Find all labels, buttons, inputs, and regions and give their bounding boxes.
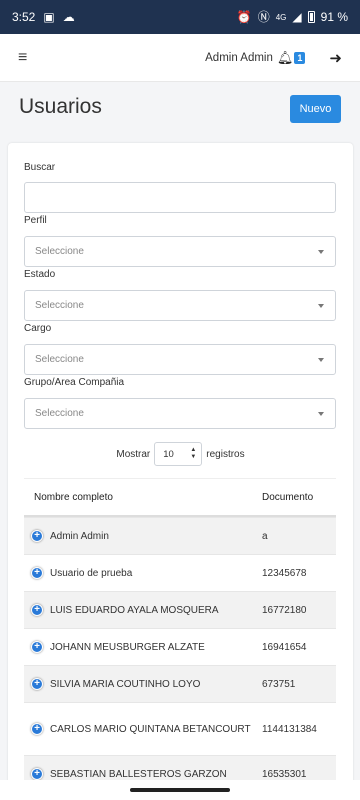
table-body: + Admin Admin a + Usuario de prueba 12345678 +… bbox=[24, 517, 336, 792]
records-label: registros bbox=[206, 448, 245, 460]
header-name[interactable]: Nombre completo bbox=[24, 492, 252, 503]
status-bar: 3:52 ▣ ☁ ⏰ Ⓝ 4G ◢ 91 % bbox=[0, 0, 360, 34]
user-document: 673751 bbox=[262, 678, 296, 690]
position-select-value: Seleccione bbox=[35, 354, 84, 365]
user-full-name: SILVIA MARIA COUTINHO LOYO bbox=[50, 678, 201, 690]
cell-name: + LUIS EDUARDO AYALA MOSQUERA bbox=[24, 602, 252, 619]
notification-badge: 1 bbox=[294, 51, 306, 64]
battery-icon bbox=[307, 11, 315, 23]
logout-icon[interactable]: ➜ bbox=[329, 49, 342, 67]
table-row[interactable]: + SILVIA MARIA COUTINHO LOYO 673751 bbox=[24, 665, 336, 702]
chevron-down-icon bbox=[318, 304, 324, 308]
page-title: Usuarios bbox=[19, 95, 102, 118]
expand-icon[interactable]: + bbox=[31, 678, 43, 690]
expand-icon[interactable]: + bbox=[31, 723, 43, 735]
user-area: Admin Admin 🔔︎ 1 bbox=[205, 50, 306, 66]
state-select[interactable]: Seleccione bbox=[24, 290, 336, 321]
user-document: 16941654 bbox=[262, 641, 307, 653]
chevron-down-icon bbox=[318, 412, 324, 416]
user-full-name: CARLOS MARIO QUINTANA BETANCOURT bbox=[50, 723, 251, 735]
cloud-icon: ☁ bbox=[62, 10, 75, 24]
expand-icon[interactable]: + bbox=[31, 567, 43, 579]
group-select[interactable]: Seleccione bbox=[24, 398, 336, 429]
user-document: 16535301 bbox=[262, 768, 307, 780]
page-size-input[interactable]: 10 ▲ ▼ bbox=[154, 442, 203, 466]
cell-name: + JOHANN MEUSBURGER ALZATE bbox=[24, 639, 252, 656]
new-user-button[interactable]: Nuevo bbox=[290, 95, 341, 123]
expand-icon[interactable]: + bbox=[31, 604, 43, 616]
image-notification-icon: ▣ bbox=[43, 10, 55, 24]
state-select-value: Seleccione bbox=[35, 300, 84, 311]
system-nav-bar bbox=[0, 780, 360, 800]
signal-icon: ◢ bbox=[292, 10, 302, 24]
home-gesture-bar[interactable] bbox=[130, 788, 230, 792]
search-label: Buscar bbox=[24, 162, 56, 173]
profile-select-value: Seleccione bbox=[35, 246, 84, 257]
chevron-down-icon bbox=[318, 358, 324, 362]
cell-name: + SILVIA MARIA COUTINHO LOYO bbox=[24, 676, 252, 693]
user-document: 1144131384 bbox=[262, 723, 317, 735]
user-full-name: Usuario de prueba bbox=[50, 567, 133, 579]
users-table: Nombre completo Documento + Admin Admin a +… bbox=[24, 478, 336, 792]
profile-label: Perfil bbox=[24, 215, 47, 226]
table-row[interactable]: + Usuario de prueba 12345678 bbox=[24, 554, 336, 591]
table-row[interactable]: + JOHANN MEUSBURGER ALZATE 16941654 bbox=[24, 628, 336, 665]
chevron-down-icon bbox=[318, 250, 324, 254]
position-select[interactable]: Seleccione bbox=[24, 344, 336, 375]
user-document: 12345678 bbox=[262, 567, 307, 579]
user-full-name: JOHANN MEUSBURGER ALZATE bbox=[50, 641, 205, 653]
expand-icon[interactable]: + bbox=[31, 641, 43, 653]
menu-icon[interactable]: ≡ bbox=[18, 49, 27, 67]
table-row[interactable]: + LUIS EDUARDO AYALA MOSQUERA 16772180 bbox=[24, 591, 336, 628]
cell-name: + Usuario de prueba bbox=[24, 565, 252, 582]
position-label: Cargo bbox=[24, 323, 52, 334]
group-label: Grupo/Area Compañia bbox=[24, 377, 125, 388]
user-full-name: Admin Admin bbox=[50, 530, 109, 542]
cell-name: + Admin Admin bbox=[24, 528, 252, 545]
table-header: Nombre completo Documento bbox=[24, 478, 336, 517]
page-size-value: 10 bbox=[163, 448, 174, 460]
top-navbar: ≡ Admin Admin 🔔︎ 1 ➜ bbox=[0, 34, 360, 82]
table-row[interactable]: + Admin Admin a bbox=[24, 517, 336, 554]
show-label: Mostrar bbox=[116, 448, 151, 460]
user-full-name: LUIS EDUARDO AYALA MOSQUERA bbox=[50, 604, 219, 616]
spinner-arrows-icon[interactable]: ▲ ▼ bbox=[190, 447, 196, 461]
users-card: Buscar Perfil Seleccione Estado Seleccio… bbox=[8, 143, 353, 800]
expand-icon[interactable]: + bbox=[31, 530, 43, 542]
state-label: Estado bbox=[24, 269, 56, 280]
user-document: a bbox=[262, 530, 268, 542]
status-time: 3:52 bbox=[12, 10, 36, 24]
user-document: 16772180 bbox=[262, 604, 307, 616]
page-size-control: Mostrar 10 ▲ ▼ registros bbox=[8, 442, 353, 466]
cell-name: + CARLOS MARIO QUINTANA BETANCOURT bbox=[24, 721, 252, 738]
group-select-value: Seleccione bbox=[35, 408, 84, 419]
table-row[interactable]: + CARLOS MARIO QUINTANA BETANCOURT 1144131… bbox=[24, 702, 336, 755]
nfc-icon: Ⓝ bbox=[257, 10, 270, 24]
search-input[interactable] bbox=[24, 182, 336, 213]
bell-icon[interactable]: 🔔︎ bbox=[277, 50, 294, 66]
profile-select[interactable]: Seleccione bbox=[24, 236, 336, 267]
battery-level: 91 % bbox=[320, 10, 348, 24]
user-name[interactable]: Admin Admin bbox=[205, 52, 273, 64]
network-type: 4G bbox=[275, 12, 287, 22]
expand-icon[interactable]: + bbox=[31, 768, 43, 780]
alarm-icon: ⏰ bbox=[236, 10, 252, 24]
header-document[interactable]: Documento bbox=[252, 492, 313, 503]
